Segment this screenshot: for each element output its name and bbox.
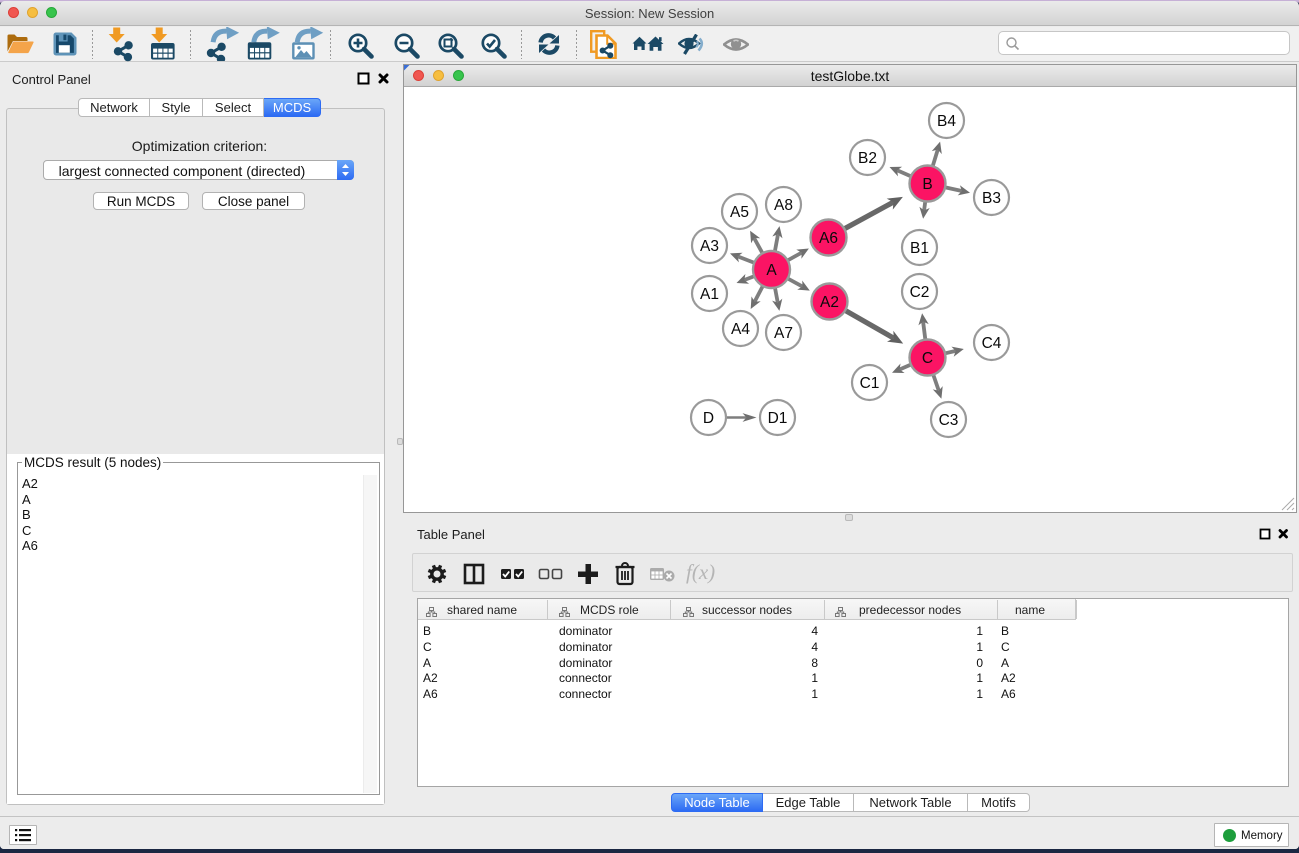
- svg-text:B3: B3: [982, 190, 1001, 207]
- svg-text:B: B: [922, 176, 932, 193]
- svg-text:A: A: [766, 262, 777, 279]
- svg-text:A5: A5: [730, 204, 749, 221]
- svg-text:D1: D1: [768, 410, 788, 427]
- svg-text:C2: C2: [910, 284, 930, 301]
- svg-text:A2: A2: [820, 294, 839, 311]
- svg-text:D: D: [703, 410, 714, 427]
- svg-text:B2: B2: [858, 150, 877, 167]
- svg-text:C4: C4: [982, 335, 1002, 352]
- svg-text:A4: A4: [731, 321, 750, 338]
- svg-text:C: C: [922, 350, 933, 367]
- svg-text:C3: C3: [939, 412, 959, 429]
- svg-text:C1: C1: [860, 375, 880, 392]
- svg-text:A7: A7: [774, 325, 793, 342]
- svg-text:A6: A6: [819, 230, 838, 247]
- svg-text:B4: B4: [937, 113, 956, 130]
- svg-text:A8: A8: [774, 197, 793, 214]
- svg-text:A1: A1: [700, 286, 719, 303]
- svg-text:B1: B1: [910, 240, 929, 257]
- svg-text:A3: A3: [700, 238, 719, 255]
